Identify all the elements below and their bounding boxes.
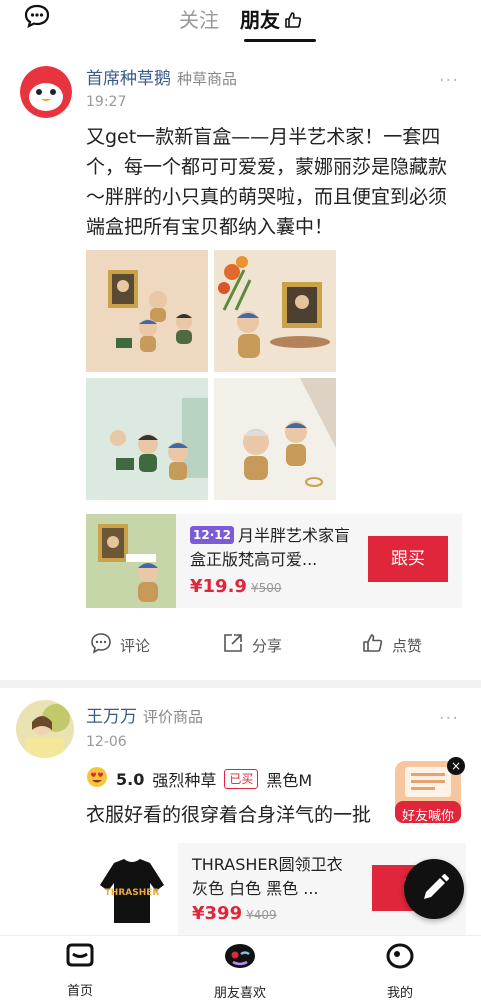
- nav-home-label: 首页: [66, 984, 93, 999]
- thumbs-up-icon: [284, 10, 302, 34]
- comment-label: 评论: [120, 636, 151, 655]
- product-price: ¥19.9 ¥500: [190, 576, 281, 597]
- comment-icon: [90, 632, 112, 658]
- post-time: 19:27: [86, 94, 127, 110]
- price-original: ¥409: [246, 908, 277, 922]
- more-options-icon[interactable]: ···: [439, 708, 459, 729]
- post-image[interactable]: [86, 378, 208, 500]
- bottom-nav: 首页 朋友喜欢 我的: [0, 935, 481, 1001]
- share-icon: [222, 632, 244, 658]
- nav-profile-label: 我的: [386, 986, 413, 1001]
- svg-text:THRASHER: THRASHER: [105, 888, 160, 898]
- product-price: ¥399 ¥409: [192, 903, 277, 924]
- more-options-icon[interactable]: ···: [439, 70, 459, 91]
- author-name-text: 首席种草鹅: [86, 69, 171, 89]
- tab-follow[interactable]: 关注: [179, 4, 219, 33]
- post-tag: 评价商品: [143, 708, 204, 726]
- avatar[interactable]: [16, 700, 74, 758]
- heart-eyes-icon: [86, 766, 108, 792]
- image-grid: [86, 250, 338, 502]
- product-image: [86, 514, 176, 608]
- post-image[interactable]: [214, 378, 336, 500]
- product-image: THRASHER: [86, 843, 178, 935]
- post-tag: 种草商品: [177, 70, 238, 88]
- nav-friends-like[interactable]: 朋友喜欢: [190, 942, 290, 1001]
- post-actions: 评论 分享 点赞: [86, 632, 466, 660]
- rating-label: 强烈种草: [152, 771, 217, 790]
- friends-like-icon: [223, 944, 257, 974]
- post-image[interactable]: [86, 250, 208, 372]
- like-label: 点赞: [392, 636, 423, 655]
- product-title: THRASHER圆领卫衣 灰色 白色 黑色 ...: [192, 855, 343, 898]
- post-divider: [0, 680, 481, 688]
- rating-line: 5.0 强烈种草 已买 黑色M: [86, 766, 312, 792]
- bought-tag: 已买: [224, 769, 259, 789]
- avatar[interactable]: [20, 66, 72, 118]
- product-title: 12·12 月半胖艺术家盲盒正版梵高可爱...: [190, 524, 360, 572]
- price-current: ¥399: [192, 903, 243, 924]
- top-bar: 关注 朋友: [0, 0, 481, 50]
- price-original: ¥500: [250, 581, 282, 595]
- active-tab-indicator: [244, 39, 316, 42]
- post-image[interactable]: [214, 250, 336, 372]
- product-card[interactable]: 12·12 月半胖艺术家盲盒正版梵高可爱... ¥19.9 ¥500 跟买: [86, 514, 462, 608]
- nav-friends-like-label: 朋友喜欢: [213, 986, 266, 1001]
- author-name-text: 王万万: [86, 707, 137, 727]
- post-text: 又get一款新盲盒——月半艺术家！一套四个，每一个都可可爱爱，蒙娜丽莎是隐藏款～…: [86, 126, 448, 238]
- price-current: ¥19.9: [190, 576, 247, 597]
- tab-friends-label: 朋友: [240, 8, 281, 32]
- promo-badge: 12·12: [190, 526, 234, 544]
- author-name[interactable]: 王万万 评价商品: [86, 702, 203, 727]
- buy-button[interactable]: 跟买: [368, 536, 448, 582]
- feed-post: 首席种草鹅 种草商品 19:27 ··· 又get一款新盲盒——月半艺术家！一套四…: [0, 52, 481, 680]
- close-icon[interactable]: ×: [447, 757, 465, 775]
- tab-friends[interactable]: 朋友: [240, 4, 302, 34]
- variant-text: 黑色M: [266, 771, 313, 790]
- post-time: 12-06: [86, 734, 127, 750]
- home-icon: [65, 943, 95, 972]
- like-icon: [362, 632, 384, 658]
- profile-icon: [385, 943, 415, 974]
- share-label: 分享: [252, 636, 283, 655]
- share-button[interactable]: 分享: [222, 632, 282, 658]
- pencil-icon: [404, 874, 464, 923]
- nav-profile[interactable]: 我的: [350, 942, 450, 1001]
- comment-button[interactable]: 评论: [90, 632, 150, 658]
- rating-score: 5.0: [116, 769, 145, 789]
- top-tabs: 关注 朋友: [0, 4, 481, 34]
- author-name[interactable]: 首席种草鹅 种草商品: [86, 64, 237, 89]
- friend-call-label: 好友喊你: [401, 809, 454, 824]
- like-button[interactable]: 点赞: [362, 632, 422, 658]
- nav-home[interactable]: 首页: [30, 942, 130, 999]
- edit-fab-button[interactable]: [404, 859, 464, 919]
